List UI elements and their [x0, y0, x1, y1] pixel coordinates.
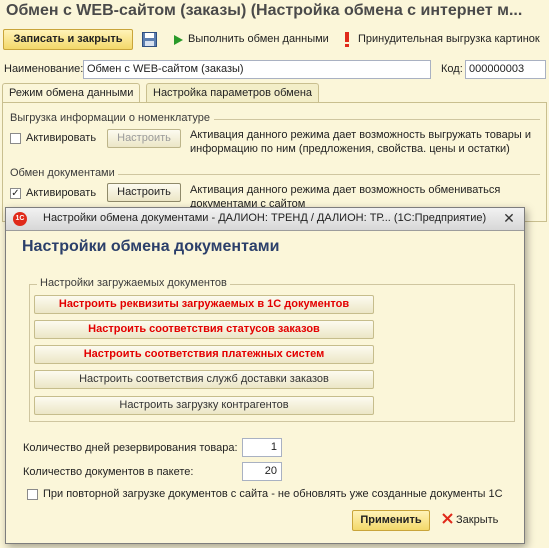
documents-group-title: Обмен документами	[10, 167, 115, 179]
toolbar: Записать и закрыть Выполнить обмен данны…	[0, 27, 549, 53]
apply-button[interactable]: Применить	[352, 510, 430, 531]
catalog-description-line2: информацию по ним (предложения, свойства…	[190, 143, 510, 155]
docs-per-packet-field[interactable]: 20	[242, 462, 282, 481]
floppy-disk-icon[interactable]	[142, 32, 157, 47]
configure-order-statuses-button[interactable]: Настроить соответствия статусов заказов	[34, 320, 374, 339]
dialog-title: Настройки обмена документами - ДАЛИОН: Т…	[43, 212, 487, 224]
name-code-row: Наименование: Обмен с WEB-сайтом (заказы…	[0, 59, 549, 81]
documents-activate-checkbox[interactable]: ✓	[10, 188, 21, 199]
tab-exchange-params[interactable]: Настройка параметров обмена	[146, 83, 320, 102]
code-label: Код:	[441, 63, 463, 75]
no-update-label: При повторной загрузке документов с сайт…	[43, 488, 503, 500]
docs-per-packet-label: Количество документов в пакете:	[23, 466, 194, 478]
run-exchange-button[interactable]: Выполнить обмен данными	[188, 33, 329, 45]
code-field[interactable]: 000000003	[465, 60, 546, 79]
red-x-icon	[442, 513, 453, 524]
exclamation-icon	[345, 32, 349, 47]
configure-payment-systems-button[interactable]: Настроить соответствия платежных систем	[34, 345, 374, 364]
catalog-activate-label: Активировать	[26, 132, 97, 144]
documents-group-divider	[118, 174, 540, 175]
tab-exchange-mode[interactable]: Режим обмена данными	[2, 83, 141, 103]
name-label: Наименование:	[4, 63, 84, 75]
dialog-title-bar: 1С Настройки обмена документами - ДАЛИОН…	[6, 208, 524, 231]
no-update-checkbox[interactable]	[27, 489, 38, 500]
1c-app-icon: 1С	[13, 212, 27, 226]
document-exchange-settings-dialog: 1С Настройки обмена документами - ДАЛИОН…	[5, 207, 525, 544]
loaded-documents-group-title: Настройки загружаемых документов	[37, 277, 230, 289]
catalog-group-divider	[214, 119, 540, 120]
configure-counterparty-import-button[interactable]: Настроить загрузку контрагентов	[34, 396, 374, 415]
save-and-close-button[interactable]: Записать и закрыть	[3, 29, 133, 50]
dialog-heading: Настройки обмена документами	[22, 238, 280, 255]
play-icon	[174, 35, 183, 45]
catalog-activate-checkbox[interactable]	[10, 133, 21, 144]
reserve-days-field[interactable]: 1	[242, 438, 282, 457]
catalog-group-title: Выгрузка информации о номенклатуре	[10, 112, 210, 124]
tab-strip: Режим обмена данными Настройка параметро…	[0, 83, 549, 103]
force-upload-images-button[interactable]: Принудительная выгрузка картинок	[358, 33, 540, 45]
window-title-bar: Обмен с WEB-сайтом (заказы) (Настройка о…	[0, 0, 549, 24]
window-title: Обмен с WEB-сайтом (заказы) (Настройка о…	[6, 2, 523, 19]
configure-document-attributes-button[interactable]: Настроить реквизиты загружаемых в 1С док…	[34, 295, 374, 314]
documents-configure-button[interactable]: Настроить	[107, 183, 181, 202]
documents-description-line1: Активация данного режима дает возможност…	[190, 184, 501, 196]
catalog-configure-button[interactable]: Настроить	[107, 129, 181, 148]
name-field[interactable]: Обмен с WEB-сайтом (заказы)	[83, 60, 431, 79]
close-button-label: Закрыть	[456, 514, 499, 526]
close-icon[interactable]: ✕	[502, 211, 516, 225]
configure-delivery-services-button[interactable]: Настроить соответствия служб доставки за…	[34, 370, 374, 389]
catalog-description-line1: Активация данного режима дает возможност…	[190, 129, 531, 141]
documents-activate-label: Активировать	[26, 187, 97, 199]
reserve-days-label: Количество дней резервирования товара:	[23, 442, 238, 454]
close-button[interactable]: Закрыть	[442, 512, 498, 528]
